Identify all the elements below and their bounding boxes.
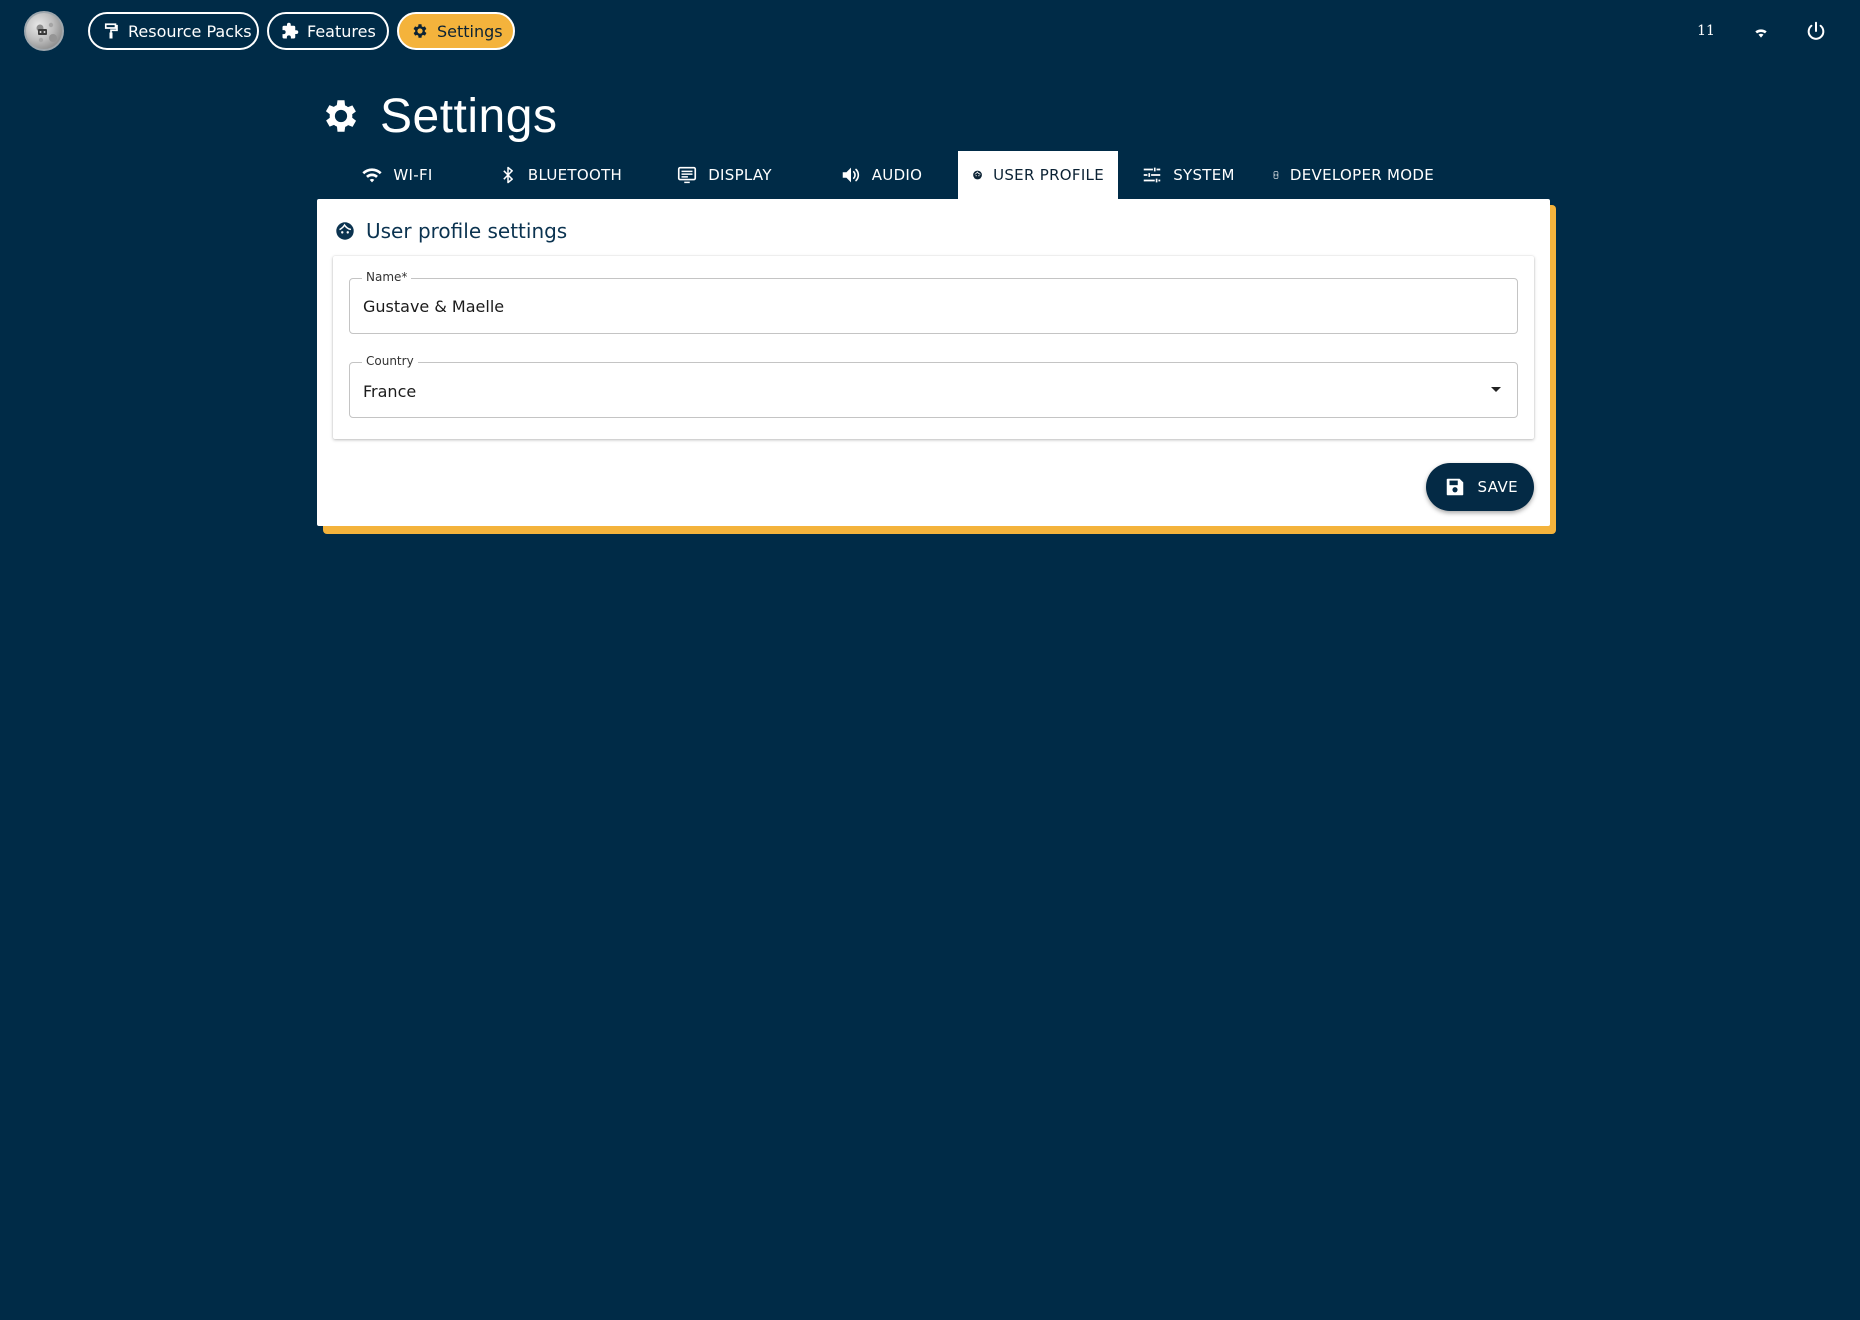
nav-features-label: Features	[307, 21, 376, 41]
speaker-icon	[842, 167, 859, 183]
tab-user-profile-label: USER PROFILE	[993, 166, 1104, 184]
tab-developer-mode[interactable]: DEVELOPER MODE	[1258, 151, 1448, 199]
name-field-value: Gustave & Maelle	[363, 296, 505, 316]
wifi-icon	[1755, 29, 1767, 38]
caret-down-icon	[1491, 387, 1501, 392]
clock-indicator: 11	[1691, 16, 1721, 46]
name-field[interactable]: Name* Gustave & Maelle	[349, 270, 1518, 334]
wifi-icon	[362, 168, 382, 183]
power-icon	[1807, 21, 1825, 40]
tab-developer-mode-label: DEVELOPER MODE	[1289, 166, 1434, 184]
save-button[interactable]: SAVE	[1425, 463, 1534, 511]
save-button-label: SAVE	[1477, 478, 1518, 496]
app-logo[interactable]	[24, 11, 64, 51]
nav-features-button[interactable]: Features	[267, 12, 389, 50]
tab-bluetooth[interactable]: BLUETOOTH	[476, 151, 644, 199]
wifi-status-button[interactable]	[1746, 16, 1776, 46]
tab-audio-label: AUDIO	[871, 166, 923, 184]
card-title-text: User profile settings	[366, 219, 568, 243]
display-icon	[678, 166, 697, 184]
tab-wifi[interactable]: WI-FI	[318, 151, 476, 199]
moon-logo-icon	[36, 22, 57, 43]
page-heading: Settings	[320, 84, 557, 148]
puzzle-icon	[282, 22, 299, 39]
tab-system[interactable]: SYSTEM	[1118, 151, 1258, 199]
top-bar: Resource Packs Features Settings 11	[0, 0, 1860, 62]
floppy-disk-icon	[1446, 478, 1463, 496]
tab-audio[interactable]: AUDIO	[804, 151, 958, 199]
tab-bluetooth-label: BLUETOOTH	[527, 166, 623, 184]
tab-user-profile[interactable]: USER PROFILE	[958, 151, 1118, 199]
nav-settings-button[interactable]: Settings	[397, 12, 515, 50]
user-profile-card: User profile settings Name* Gustave & Ma…	[317, 199, 1550, 526]
tab-system-label: SYSTEM	[1173, 166, 1235, 184]
paint-roller-icon	[104, 23, 118, 39]
tab-display-label: DISPLAY	[708, 166, 772, 184]
nav-resource-packs-button[interactable]: Resource Packs	[88, 12, 259, 50]
card-title: User profile settings	[334, 219, 567, 243]
country-select-value: France	[363, 382, 417, 401]
sliders-icon	[1143, 167, 1161, 183]
page-title: Settings	[380, 89, 558, 143]
face-icon	[973, 170, 982, 180]
power-button[interactable]	[1801, 16, 1831, 46]
country-select[interactable]: Country France	[349, 354, 1518, 418]
face-icon	[336, 222, 354, 240]
clock-text: 11	[1697, 23, 1715, 39]
nav-resource-packs-label: Resource Packs	[128, 21, 252, 41]
profile-form-panel: Name* Gustave & Maelle Country France	[333, 256, 1534, 439]
nav-settings-label: Settings	[437, 21, 503, 41]
gear-icon	[325, 100, 357, 132]
settings-tabs: WI-FI BLUETOOTH DISPLAY AUDIO USER PROFI…	[318, 151, 1448, 199]
gear-icon	[413, 24, 427, 38]
tab-display[interactable]: DISPLAY	[644, 151, 804, 199]
developer-mode-icon	[1273, 171, 1279, 179]
bluetooth-icon	[503, 166, 513, 184]
tab-wifi-label: WI-FI	[393, 166, 433, 184]
